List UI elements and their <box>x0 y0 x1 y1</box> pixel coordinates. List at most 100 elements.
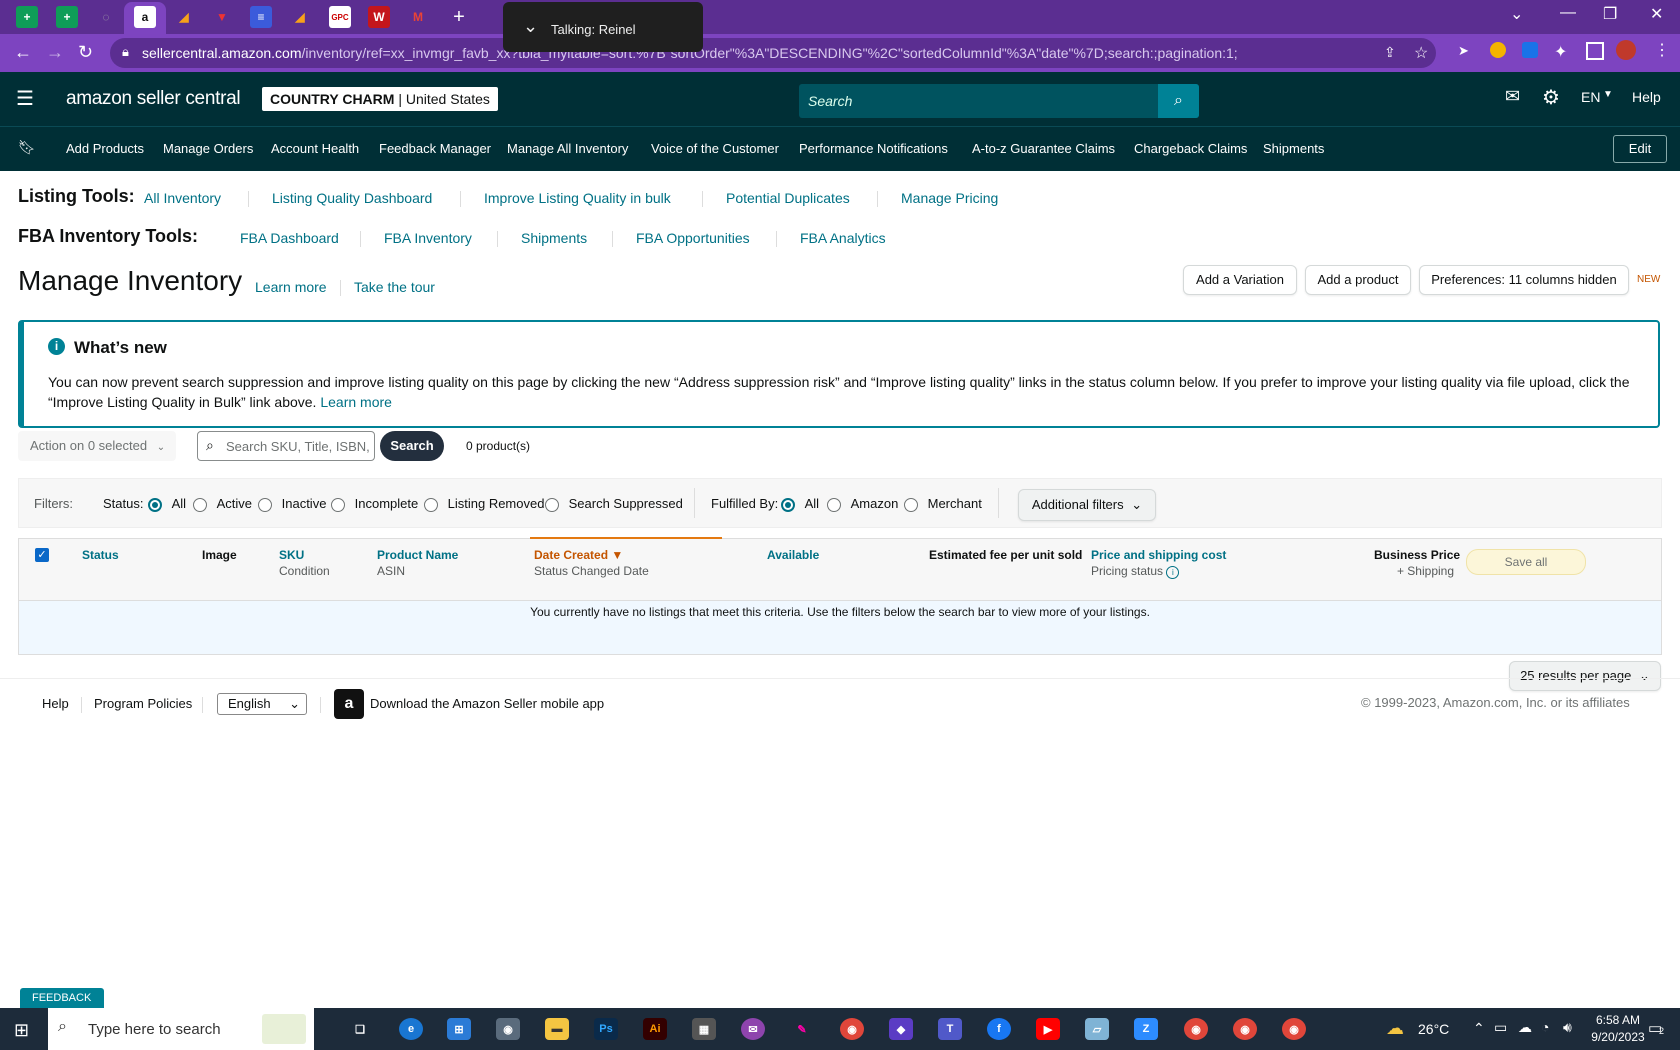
learn-more-link[interactable]: Learn more <box>255 279 327 295</box>
app-icon-2[interactable]: ◆ <box>889 1018 913 1040</box>
talking-indicator[interactable]: ⌄ Talking: Reinel <box>503 2 703 52</box>
sidepanel-icon[interactable] <box>1586 42 1604 60</box>
nav-chargeback-claims[interactable]: Chargeback Claims <box>1134 141 1247 156</box>
extension-icon[interactable]: ➤ <box>1458 43 1469 59</box>
taskbar-search[interactable]: ⌕ Type here to search <box>48 1008 314 1050</box>
sheets-tab-icon-2[interactable]: + <box>56 6 78 28</box>
star-icon[interactable]: ☆ <box>1414 43 1428 63</box>
info-icon[interactable]: i <box>1166 566 1180 579</box>
url-field[interactable]: 🔒︎ sellercentral.amazon.com/inventory/re… <box>110 38 1436 68</box>
select-all-checkbox[interactable]: ✓ <box>35 548 49 562</box>
status-all[interactable]: All <box>148 496 186 512</box>
col-status[interactable]: Status <box>82 548 119 562</box>
fulfilled-amazon[interactable]: Amazon <box>827 496 898 512</box>
footer-mobile-app-link[interactable]: Download the Amazon Seller mobile app <box>370 696 604 711</box>
close-icon[interactable]: ✕ <box>1650 4 1663 24</box>
windows-start-icon[interactable]: ⊞ <box>14 1020 29 1041</box>
link-fba-shipments[interactable]: Shipments <box>521 230 587 246</box>
radio-icon[interactable] <box>781 497 795 512</box>
search-icon[interactable]: ⌕ <box>1158 84 1199 118</box>
link-fba-opportunities[interactable]: FBA Opportunities <box>636 230 750 246</box>
wix-tab-icon[interactable]: W <box>368 6 390 28</box>
additional-filters-button[interactable]: Additional filters ⌄ <box>1018 489 1156 521</box>
nav-performance-notifications[interactable]: Performance Notifications <box>799 141 948 156</box>
footer-language-select[interactable]: English ⌄ <box>217 693 307 715</box>
amazon-app-icon[interactable]: a <box>334 689 364 719</box>
zoom-icon[interactable]: Z <box>1134 1018 1158 1040</box>
hamburger-icon[interactable]: ☰ <box>16 86 34 111</box>
teams-icon[interactable]: T <box>938 1018 962 1040</box>
radio-icon[interactable] <box>545 497 559 512</box>
chrome-icon-3[interactable]: ◉ <box>1233 1018 1257 1040</box>
add-product-button[interactable]: Add a product <box>1305 265 1411 295</box>
app-tab-icon[interactable]: ◢ <box>173 6 195 28</box>
status-incomplete[interactable]: Incomplete <box>331 496 418 512</box>
edge-icon[interactable]: e <box>399 1018 423 1040</box>
forward-icon[interactable]: → <box>46 42 64 63</box>
back-icon[interactable]: ← <box>14 42 32 63</box>
link-manage-pricing[interactable]: Manage Pricing <box>901 190 998 206</box>
col-sku[interactable]: SKU Condition <box>279 548 330 578</box>
header-search[interactable]: Search ⌕ <box>799 84 1199 118</box>
save-all-button[interactable]: Save all <box>1466 549 1586 575</box>
temperature[interactable]: 26°C <box>1418 1021 1449 1037</box>
new-tab-icon[interactable]: + <box>448 6 470 28</box>
avatar[interactable] <box>1616 40 1636 60</box>
preferences-button[interactable]: Preferences: 11 columns hidden <box>1419 265 1629 295</box>
store-switcher[interactable]: COUNTRY CHARM | United States <box>262 87 498 111</box>
logo[interactable]: amazon seller central <box>66 88 241 110</box>
header-search-input[interactable]: Search <box>808 93 852 109</box>
nav-manage-all-inventory[interactable]: Manage All Inventory <box>507 141 628 156</box>
facebook-icon[interactable]: f <box>987 1018 1011 1040</box>
chevron-up-icon[interactable]: ⌃ <box>1473 1020 1485 1037</box>
link-all-inventory[interactable]: All Inventory <box>144 190 221 206</box>
sku-search-input[interactable]: ⌕ Search SKU, Title, ISBN, <box>197 431 375 461</box>
wifi-icon[interactable]: ◔ <box>1541 1019 1549 1035</box>
radio-icon[interactable] <box>148 497 162 512</box>
task-view-icon[interactable]: ❑ <box>348 1018 372 1040</box>
nav-shipments[interactable]: Shipments <box>1263 141 1324 156</box>
clock[interactable]: 6:58 AM 9/20/2023 <box>1588 1012 1648 1046</box>
col-available[interactable]: Available <box>767 548 819 562</box>
chevron-down-icon[interactable]: ⌄ <box>1510 4 1523 24</box>
app-tab-icon-4[interactable]: GPC <box>329 6 351 28</box>
nav-a-to-z-claims[interactable]: A-to-z Guarantee Claims <box>972 141 1115 156</box>
nav-voice-of-customer[interactable]: Voice of the Customer <box>651 141 779 156</box>
app-tab-icon-2[interactable]: ▼ <box>211 6 233 28</box>
minimize-icon[interactable]: — <box>1560 4 1576 22</box>
help-link[interactable]: Help <box>1632 89 1661 105</box>
sheets-tab-icon[interactable]: + <box>16 6 38 28</box>
link-listing-quality-dashboard[interactable]: Listing Quality Dashboard <box>272 190 432 206</box>
radio-icon[interactable] <box>193 497 207 512</box>
radio-icon[interactable] <box>331 497 345 512</box>
status-search-suppressed[interactable]: Search Suppressed <box>545 496 683 512</box>
calculator-icon[interactable]: ▦ <box>692 1018 716 1040</box>
share-icon[interactable]: ⇪ <box>1384 44 1396 61</box>
puzzle-icon[interactable]: ✦ <box>1554 42 1567 62</box>
fulfilled-merchant[interactable]: Merchant <box>904 496 982 512</box>
add-variation-button[interactable]: Add a Variation <box>1183 265 1297 295</box>
take-tour-link[interactable]: Take the tour <box>354 279 435 295</box>
app-icon-3[interactable]: ▱ <box>1085 1018 1109 1040</box>
nav-manage-orders[interactable]: Manage Orders <box>163 141 253 156</box>
list-tab-icon[interactable]: ≡ <box>250 6 272 28</box>
chrome-icon-2[interactable]: ◉ <box>1184 1018 1208 1040</box>
search-button[interactable]: Search <box>380 431 444 461</box>
restore-icon[interactable]: ❐ <box>1603 4 1617 24</box>
extension-icon-3[interactable] <box>1522 42 1538 58</box>
camera-icon[interactable]: ◉ <box>496 1018 520 1040</box>
menu-icon[interactable]: ⋮ <box>1654 40 1670 60</box>
photoshop-icon[interactable]: Ps <box>594 1018 618 1040</box>
status-listing-removed[interactable]: Listing Removed <box>424 496 544 512</box>
extension-icon-2[interactable] <box>1490 42 1506 58</box>
messenger-icon[interactable]: ✉ <box>741 1018 765 1040</box>
cloud-icon[interactable]: ☁ <box>1518 1019 1532 1036</box>
col-date-created[interactable]: Date Created ▼ Status Changed Date <box>534 548 649 578</box>
footer-program-policies[interactable]: Program Policies <box>94 696 192 711</box>
col-product-name[interactable]: Product Name ASIN <box>377 548 458 578</box>
loading-tab-icon[interactable]: ◌ <box>95 6 117 28</box>
gear-icon[interactable]: ⚙ <box>1542 85 1560 110</box>
nav-add-products[interactable]: Add Products <box>66 141 144 156</box>
feedback-tab[interactable]: FEEDBACK ✕ <box>20 988 104 1024</box>
mail-icon[interactable]: ✉ <box>1505 86 1520 107</box>
